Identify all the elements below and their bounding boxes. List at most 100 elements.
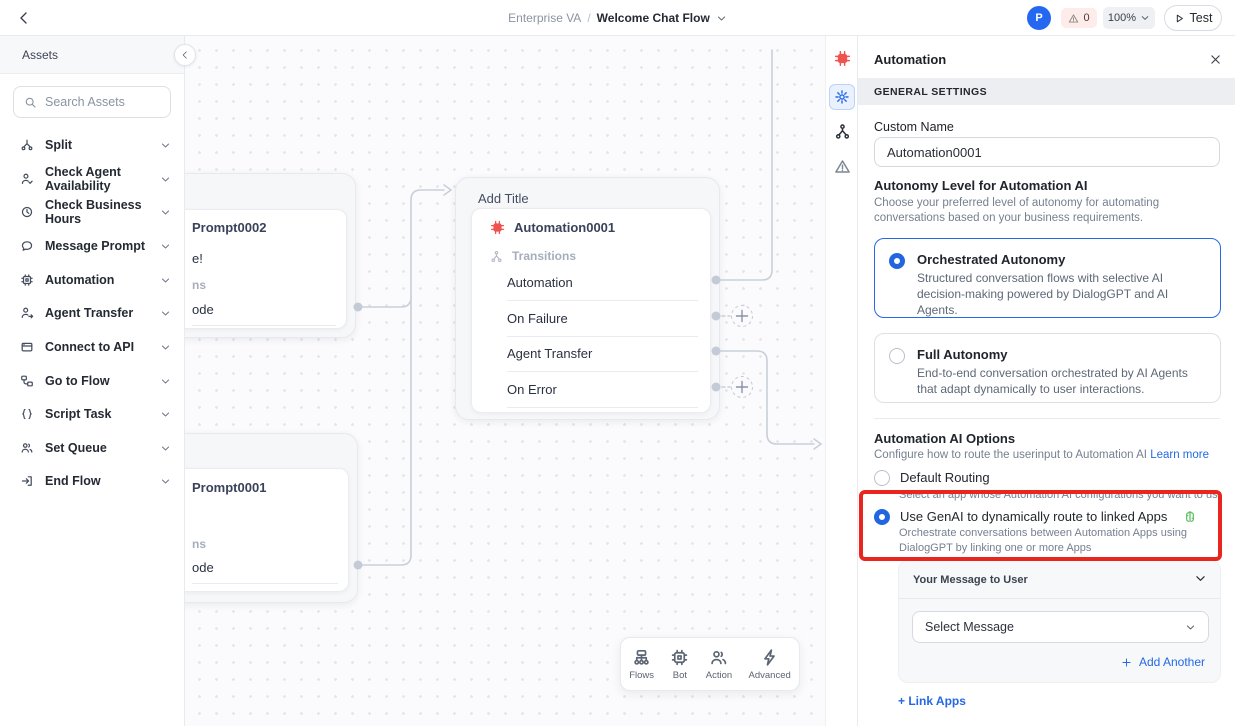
chevron-down-icon[interactable]: [716, 13, 727, 24]
learn-more-link[interactable]: Learn more: [1150, 449, 1209, 461]
message-card-header: Your Message to User: [913, 574, 1028, 586]
chevron-left-icon: [180, 50, 190, 60]
fork-icon: [490, 250, 503, 263]
add-another-link[interactable]: Add Another: [1121, 655, 1205, 669]
chevron-down-icon: [160, 443, 171, 454]
divider: [507, 336, 698, 337]
divider: [899, 598, 1220, 599]
link-apps-link[interactable]: + Link Apps: [898, 694, 966, 708]
chevron-down-icon: [160, 174, 171, 185]
radio-checked[interactable]: [889, 253, 905, 269]
sidebar-item-check-business-hours[interactable]: Check Business Hours: [0, 195, 185, 229]
breadcrumb-root[interactable]: Enterprise VA: [508, 11, 581, 25]
flow-canvas[interactable]: Prompt0002 e! ns ode Prompt0001 ns ode A…: [185, 36, 825, 726]
node-header[interactable]: Add Title: [478, 191, 529, 206]
sidebar-collapse-button[interactable]: [174, 44, 196, 66]
flow-node-prompt0001[interactable]: Prompt0001 ns ode: [185, 433, 358, 603]
warnings-badge[interactable]: 0: [1061, 8, 1097, 28]
divider: [507, 300, 698, 301]
chevron-down-icon[interactable]: [1194, 572, 1207, 585]
node-item-agent-transfer[interactable]: Agent Transfer: [507, 346, 592, 361]
warning-icon: [1068, 13, 1079, 24]
flow-node-automation0001[interactable]: Add Title Automation0001 Transitions Aut…: [455, 177, 720, 420]
sidebar-item-script-task[interactable]: Script Task: [0, 397, 185, 431]
select-message-value: Select Message: [925, 620, 1014, 634]
message-to-user-card: Your Message to User Select Message Add …: [898, 560, 1221, 683]
agent-transfer-icon: [20, 306, 34, 320]
option-full-autonomy[interactable]: Full Autonomy End-to-end conversation or…: [874, 333, 1221, 403]
breadcrumb-current[interactable]: Welcome Chat Flow: [597, 11, 710, 25]
assets-sidebar: Assets Split Check Agent Availability Ch…: [0, 36, 185, 726]
option-title: Full Autonomy: [917, 347, 1206, 362]
node-title-row: Automation0001: [490, 220, 615, 235]
divider: [507, 371, 698, 372]
warnings-icon[interactable]: [834, 158, 851, 175]
node-item-fragment[interactable]: ode: [192, 302, 214, 317]
sidebar-item-agent-transfer[interactable]: Agent Transfer: [0, 296, 185, 330]
chevron-down-icon: [160, 140, 171, 151]
ai-options-heading: Automation AI Options: [874, 431, 1015, 446]
node-body: Prompt0001 ns ode: [185, 468, 349, 592]
option-title: Default Routing: [900, 470, 990, 485]
node-transitions-row: Transitions: [490, 249, 576, 263]
genai-brain-icon: [1183, 510, 1197, 524]
sidebar-item-split[interactable]: Split: [0, 128, 185, 162]
split-icon: [20, 138, 34, 152]
node-text-fragment: e!: [192, 251, 203, 266]
node-item-fragment[interactable]: ode: [192, 560, 214, 575]
sidebar-item-message-prompt[interactable]: Message Prompt: [0, 229, 185, 263]
message-prompt-icon: [20, 239, 34, 253]
divider: [874, 418, 1220, 419]
zoom-level-dropdown[interactable]: 100%: [1103, 7, 1155, 29]
toolbar-flows[interactable]: Flows: [629, 648, 654, 681]
option-description: End-to-end conversation orchestrated by …: [917, 365, 1206, 397]
node-item-on-error[interactable]: On Error: [507, 382, 557, 397]
radio-checked[interactable]: [874, 509, 890, 525]
node-body: Automation0001 Transitions Automation On…: [471, 208, 711, 413]
panel-title: Automation: [874, 52, 946, 67]
search-input[interactable]: [45, 95, 155, 109]
flows-icon: [632, 648, 651, 667]
node-section-fragment: ns: [192, 278, 206, 292]
node-title-row: Prompt0001: [192, 480, 266, 495]
node-body: Prompt0002 e! ns ode: [185, 209, 347, 329]
action-icon: [709, 648, 728, 667]
toolbar-advanced[interactable]: Advanced: [749, 648, 791, 681]
chevron-down-icon: [160, 207, 171, 218]
sidebar-item-set-queue[interactable]: Set Queue: [0, 431, 185, 465]
autonomy-description: Choose your preferred level of autonomy …: [874, 196, 1220, 226]
check-agent-availability-icon: [20, 172, 34, 186]
flow-structure-icon[interactable]: [834, 123, 851, 140]
general-settings-header: GENERAL SETTINGS: [858, 78, 1235, 105]
close-icon[interactable]: [1209, 53, 1222, 66]
chevron-down-icon: [160, 308, 171, 319]
node-item-on-failure[interactable]: On Failure: [507, 311, 568, 326]
sidebar-item-go-to-flow[interactable]: Go to Flow: [0, 364, 185, 398]
radio-unchecked[interactable]: [889, 348, 905, 364]
plus-icon: [1121, 657, 1132, 668]
add-step-plus-buttons: [732, 306, 753, 398]
test-button[interactable]: Test: [1164, 5, 1222, 31]
avatar[interactable]: P: [1027, 6, 1051, 30]
custom-name-input[interactable]: [874, 137, 1220, 167]
go-to-flow-icon: [20, 374, 34, 388]
option-use-genai-routing[interactable]: Use GenAI to dynamically route to linked…: [874, 508, 1197, 525]
sidebar-item-check-agent-availability[interactable]: Check Agent Availability: [0, 162, 185, 196]
option-orchestrated-autonomy[interactable]: Orchestrated Autonomy Structured convers…: [874, 238, 1221, 318]
sidebar-item-end-flow[interactable]: End Flow: [0, 464, 185, 498]
zoom-level-value: 100%: [1108, 12, 1136, 24]
toolbar-bot[interactable]: Bot: [670, 648, 689, 681]
flow-node-prompt0002[interactable]: Prompt0002 e! ns ode: [185, 173, 356, 338]
toolbar-action[interactable]: Action: [706, 648, 732, 681]
option-default-routing[interactable]: Default Routing: [874, 469, 990, 486]
select-message-dropdown[interactable]: Select Message: [912, 611, 1209, 643]
transitions-label: Transitions: [512, 249, 576, 263]
node-item-automation[interactable]: Automation: [507, 275, 573, 290]
sidebar-item-automation[interactable]: Automation: [0, 263, 185, 297]
set-queue-icon: [20, 441, 34, 455]
radio-unchecked[interactable]: [874, 470, 890, 486]
automation-red-icon[interactable]: [834, 50, 851, 67]
settings-tab-selected[interactable]: [829, 84, 855, 110]
test-button-label: Test: [1190, 11, 1213, 25]
sidebar-item-connect-to-api[interactable]: Connect to API: [0, 330, 185, 364]
